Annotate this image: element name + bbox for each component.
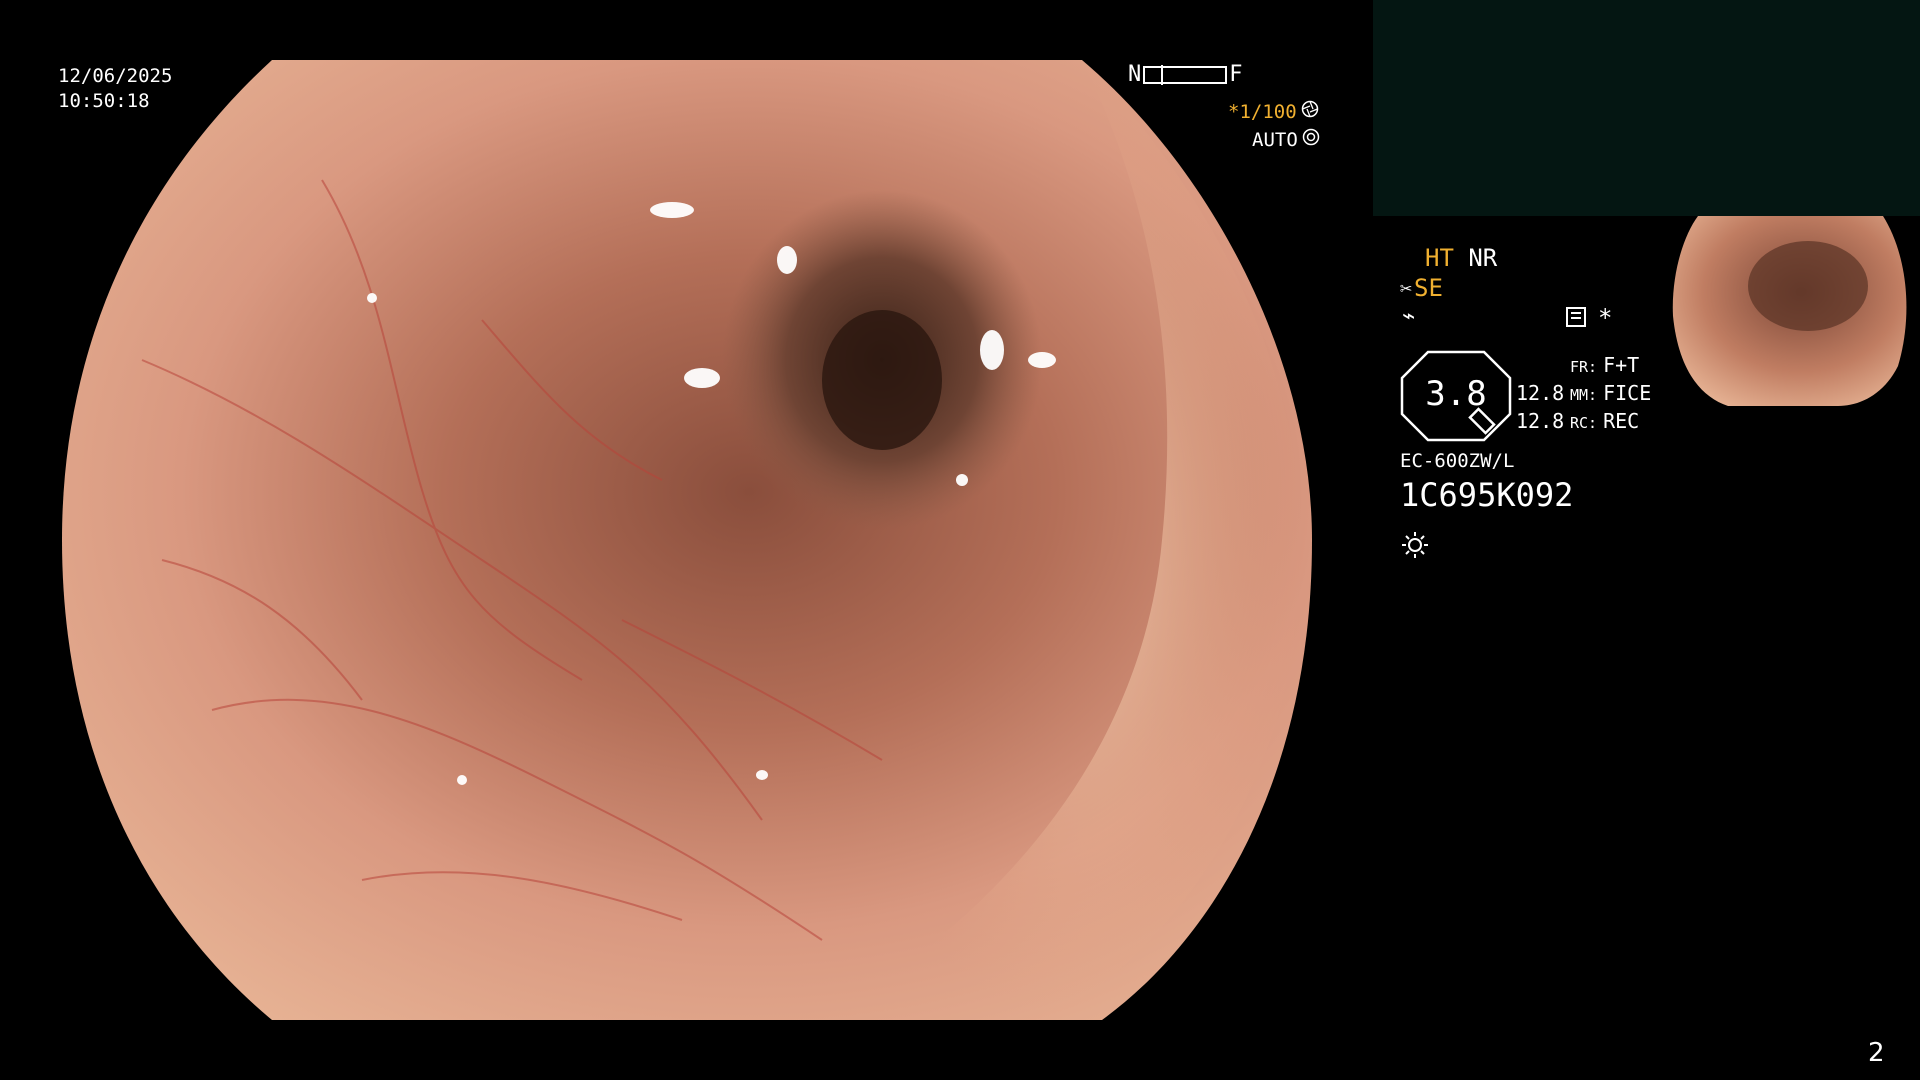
light-source-icon	[1400, 530, 1430, 564]
iris-icon	[1302, 128, 1320, 151]
near-label: N	[1128, 62, 1142, 87]
params-table: FR: F+T 12.8 MM: FICE 12.8 RC: REC	[1516, 352, 1651, 436]
scope-model: EC-600ZW/L	[1400, 450, 1515, 472]
param-row: FR: F+T	[1570, 353, 1640, 377]
endoscopic-main-view	[62, 60, 1312, 1020]
focus-scale: N F	[1128, 62, 1243, 87]
se-label: SE	[1414, 274, 1443, 302]
aperture-icon	[1301, 100, 1319, 123]
thumbnail-panel	[1373, 0, 1920, 216]
mode-ht-nr: HT NR	[1425, 244, 1497, 272]
shutter-readout: *1/100	[1228, 100, 1319, 123]
param-row: 12.8 RC: REC	[1516, 409, 1640, 433]
memory-card-icon	[1566, 307, 1586, 327]
focus-bar	[1143, 64, 1228, 85]
focus-marker	[1161, 64, 1164, 85]
gauge: 3.8	[1400, 350, 1512, 442]
asterisk-icon: *	[1598, 304, 1613, 332]
nr-label: NR	[1468, 244, 1498, 272]
cut-icon: ✂	[1400, 276, 1413, 300]
param-row: 12.8 MM: FICE	[1516, 381, 1652, 405]
page-number: 2	[1868, 1038, 1885, 1068]
ht-label: HT	[1425, 244, 1454, 272]
shutter-value: *1/100	[1228, 100, 1297, 123]
date-text: 12/06/2025	[58, 65, 173, 87]
mode-se: ✂ SE	[1400, 274, 1443, 302]
time-text: 10:50:18	[58, 90, 150, 112]
auto-readout: AUTO	[1252, 128, 1320, 151]
thumbnail-preview[interactable]	[1668, 216, 1913, 406]
freeze-icon: ⌁	[1402, 304, 1416, 329]
auto-mode: AUTO	[1252, 128, 1298, 151]
far-label: F	[1229, 62, 1243, 87]
gauge-value: 3.8	[1425, 374, 1487, 414]
datetime-block: 12/06/2025 10:50:18	[58, 64, 172, 114]
scope-serial: 1C695K092	[1400, 476, 1574, 514]
